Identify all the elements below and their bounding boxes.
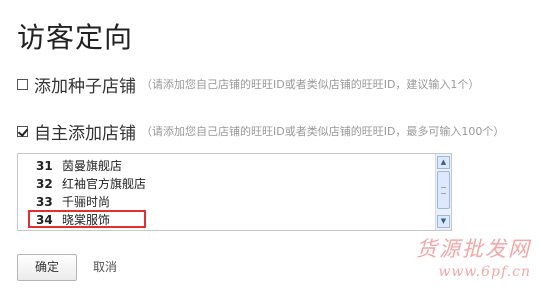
list-item: 32 红袖官方旗舰店	[36, 175, 146, 192]
ok-button[interactable]: 确定	[17, 254, 77, 281]
list-item-name: 红袖官方旗舰店	[62, 177, 147, 191]
watermark-text: 货源批发网	[416, 237, 531, 261]
option-seed-shops[interactable]: 添加种子店铺 （请添加您自己店铺的旺旺ID或者类似店铺的旺旺ID，建议输入1个）	[17, 72, 480, 97]
shop-list-textarea[interactable]: 31 茵曼旗舰店 32 红袖官方旗舰店 33 千骊时尚 34 晓棠服饰 ▲ ▼	[17, 153, 452, 231]
watermark: 货源批发网 www.6pf.cn	[416, 236, 531, 280]
custom-shops-checkbox[interactable]	[17, 125, 28, 137]
list-item-number: 32	[36, 176, 53, 191]
list-item: 31 茵曼旗舰店	[36, 157, 122, 174]
seed-shops-hint: （请添加您自己店铺的旺旺ID或者类似店铺的旺旺ID，建议输入1个）	[141, 78, 480, 91]
page-title: 访客定向	[17, 21, 134, 54]
list-item: 33 千骊时尚	[36, 193, 110, 210]
scroll-down-icon[interactable]: ▼	[437, 215, 450, 228]
watermark-url: www.6pf.cn	[438, 264, 531, 280]
custom-shops-hint: （请添加您自己店铺的旺旺ID或者类似店铺的旺旺ID，最多可输入100个）	[141, 125, 505, 138]
list-item-name: 千骊时尚	[62, 195, 111, 209]
scroll-thumb[interactable]	[437, 171, 450, 209]
list-item-name: 晓棠服饰	[62, 213, 111, 227]
custom-shops-label: 自主添加店铺	[34, 123, 136, 144]
option-custom-shops[interactable]: 自主添加店铺 （请添加您自己店铺的旺旺ID或者类似店铺的旺旺ID，最多可输入10…	[17, 119, 505, 144]
cancel-link[interactable]: 取消	[93, 258, 117, 275]
list-item-number: 31	[36, 158, 53, 173]
seed-shops-label: 添加种子店铺	[34, 76, 136, 97]
list-item-name: 茵曼旗舰店	[62, 159, 123, 173]
list-item-number: 34	[36, 212, 53, 227]
list-scrollbar[interactable]: ▲ ▼	[435, 154, 451, 230]
list-item-number: 33	[36, 194, 53, 209]
scroll-up-icon[interactable]: ▲	[437, 156, 450, 169]
list-item: 34 晓棠服饰	[36, 211, 110, 228]
seed-shops-checkbox[interactable]	[17, 78, 28, 90]
